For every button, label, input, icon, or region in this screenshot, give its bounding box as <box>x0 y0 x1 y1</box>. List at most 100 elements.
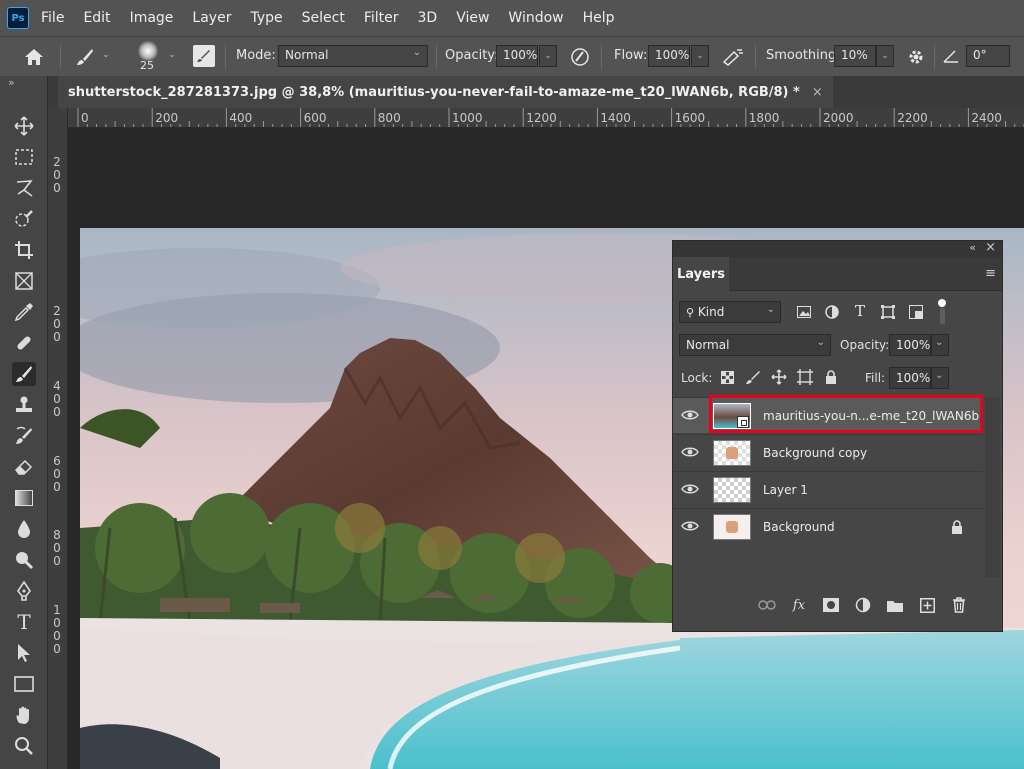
clone-stamp-tool-icon[interactable] <box>12 393 36 417</box>
layer-thumbnail <box>713 440 751 466</box>
crop-tool-icon[interactable] <box>12 238 36 262</box>
lock-position-icon[interactable] <box>770 368 788 386</box>
lock-icon[interactable] <box>951 520 963 537</box>
layer-list-scrollbar[interactable] <box>985 397 1000 577</box>
horizontal-ruler[interactable]: 0 200 400 600 800 1000 1200 1400 1600 1800 2000 220… <box>68 108 1024 128</box>
lasso-tool-icon[interactable] <box>12 176 36 200</box>
menu-3d[interactable]: 3D <box>418 10 438 26</box>
expand-toolbar-icon[interactable]: » <box>8 76 15 89</box>
chevron-down-icon[interactable]: ⌄ <box>102 50 110 60</box>
gear-icon[interactable] <box>904 45 928 69</box>
mode-select[interactable]: Normal ⌄ <box>278 45 428 67</box>
layer-row-background[interactable]: Background <box>673 508 983 544</box>
chevron-down-icon[interactable]: ⌄ <box>168 50 176 60</box>
blur-tool-icon[interactable] <box>12 517 36 541</box>
fill-dropdown[interactable]: ⌄ <box>931 367 949 389</box>
menu-help[interactable]: Help <box>583 10 615 26</box>
ruler-label: 2400 <box>971 111 1002 125</box>
lock-transparent-pixels-icon[interactable] <box>719 369 735 385</box>
filter-type-icon[interactable]: T <box>851 301 869 321</box>
menu-select[interactable]: Select <box>302 10 345 26</box>
menu-edit[interactable]: Edit <box>83 10 110 26</box>
move-tool-icon[interactable] <box>12 114 36 138</box>
history-brush-tool-icon[interactable] <box>12 424 36 448</box>
filter-adjustment-icon[interactable] <box>823 303 841 321</box>
brush-tool-icon[interactable] <box>12 362 36 386</box>
gradient-tool-icon[interactable] <box>12 486 36 510</box>
dodge-tool-icon[interactable] <box>12 548 36 572</box>
layer-name[interactable]: Layer 1 <box>763 483 808 497</box>
marquee-tool-icon[interactable] <box>12 145 36 169</box>
document-tab[interactable]: shutterstock_287281373.jpg @ 38,8% (maur… <box>58 76 833 108</box>
menu-image[interactable]: Image <box>130 10 174 26</box>
airbrush-icon[interactable] <box>720 45 746 69</box>
zoom-tool-icon[interactable] <box>12 734 36 758</box>
filter-pixel-icon[interactable] <box>795 303 813 321</box>
lock-all-icon[interactable] <box>823 368 839 386</box>
close-icon[interactable]: × <box>985 240 996 255</box>
new-layer-icon[interactable] <box>917 595 937 615</box>
hand-tool-icon[interactable] <box>12 703 36 727</box>
healing-brush-tool-icon[interactable] <box>12 331 36 355</box>
filter-toggle[interactable] <box>935 299 949 325</box>
menu-filter[interactable]: Filter <box>364 10 399 26</box>
eye-visibility-icon[interactable] <box>681 519 699 533</box>
layer-name[interactable]: Background <box>763 520 835 534</box>
path-selection-tool-icon[interactable] <box>12 641 36 665</box>
close-icon[interactable]: × <box>812 85 823 100</box>
lock-image-pixels-icon[interactable] <box>745 369 761 385</box>
quick-selection-tool-icon[interactable] <box>12 207 36 231</box>
tab-layers[interactable]: Layers <box>673 257 729 291</box>
eye-visibility-icon[interactable] <box>681 408 699 422</box>
opacity-input[interactable]: 100% <box>496 45 538 67</box>
brush-tool-icon[interactable] <box>74 45 96 69</box>
smoothing-dropdown[interactable]: ⌄ <box>876 45 894 67</box>
layer-row-layer-1[interactable]: Layer 1 <box>673 471 983 507</box>
pen-tool-icon[interactable] <box>12 579 36 603</box>
layer-opacity-dropdown[interactable]: ⌄ <box>931 334 949 356</box>
layers-panel-titlebar[interactable]: « × <box>673 240 1002 257</box>
adjustment-layer-icon[interactable] <box>853 595 873 615</box>
menu-layer[interactable]: Layer <box>192 10 231 26</box>
filter-smart-object-icon[interactable] <box>907 303 925 321</box>
link-layers-icon[interactable] <box>757 595 777 615</box>
flow-input[interactable]: 100% <box>648 45 690 67</box>
angle-input[interactable]: 0° <box>966 45 1010 67</box>
home-icon[interactable] <box>22 45 46 69</box>
add-mask-icon[interactable] <box>821 595 841 615</box>
rectangle-tool-icon[interactable] <box>12 672 36 696</box>
menu-type[interactable]: Type <box>250 10 282 26</box>
eye-visibility-icon[interactable] <box>681 445 699 459</box>
layer-row-background-copy[interactable]: Background copy <box>673 434 983 470</box>
brush-settings-icon[interactable] <box>193 45 215 67</box>
highlight-box <box>709 395 983 433</box>
opacity-dropdown[interactable]: ⌄ <box>539 45 557 67</box>
frame-tool-icon[interactable] <box>12 269 36 293</box>
menu-file[interactable]: File <box>41 10 64 26</box>
smoothing-input[interactable]: 10% <box>834 45 876 67</box>
flow-dropdown[interactable]: ⌄ <box>691 45 709 67</box>
filter-shape-icon[interactable] <box>879 303 897 321</box>
eraser-tool-icon[interactable] <box>12 455 36 479</box>
filter-kind-value: Kind <box>697 305 725 319</box>
layer-name[interactable]: Background copy <box>763 446 867 460</box>
layer-opacity-input[interactable]: 100% <box>889 334 931 356</box>
lock-artboard-icon[interactable] <box>796 368 814 386</box>
pressure-opacity-icon[interactable] <box>568 45 592 69</box>
canvas-area[interactable]: « × Layers ≡ ⚲ Kind ⌄ T Normal ⌄ Opacity… <box>68 128 1024 769</box>
menu-view[interactable]: View <box>456 10 489 26</box>
collapse-icon[interactable]: « <box>969 241 976 254</box>
eye-visibility-icon[interactable] <box>681 482 699 496</box>
vertical-ruler[interactable]: 2 0 0 2 0 0 4 0 0 6 0 0 8 0 0 1 0 0 0 <box>48 108 68 769</box>
delete-layer-icon[interactable] <box>949 595 969 615</box>
new-group-icon[interactable] <box>885 595 905 615</box>
type-tool-icon[interactable]: T <box>12 610 36 634</box>
menu-window[interactable]: Window <box>508 10 563 26</box>
fx-icon[interactable]: fx <box>789 595 809 615</box>
filter-kind-select[interactable]: ⚲ Kind ⌄ <box>679 301 781 323</box>
eyedropper-tool-icon[interactable] <box>12 300 36 324</box>
blend-mode-select[interactable]: Normal ⌄ <box>679 334 831 356</box>
layer-row-smart-object[interactable]: mauritius-you-n...e-me_t20_lWAN6b <box>673 395 983 433</box>
fill-input[interactable]: 100% <box>889 367 931 389</box>
panel-menu-icon[interactable]: ≡ <box>985 266 996 281</box>
